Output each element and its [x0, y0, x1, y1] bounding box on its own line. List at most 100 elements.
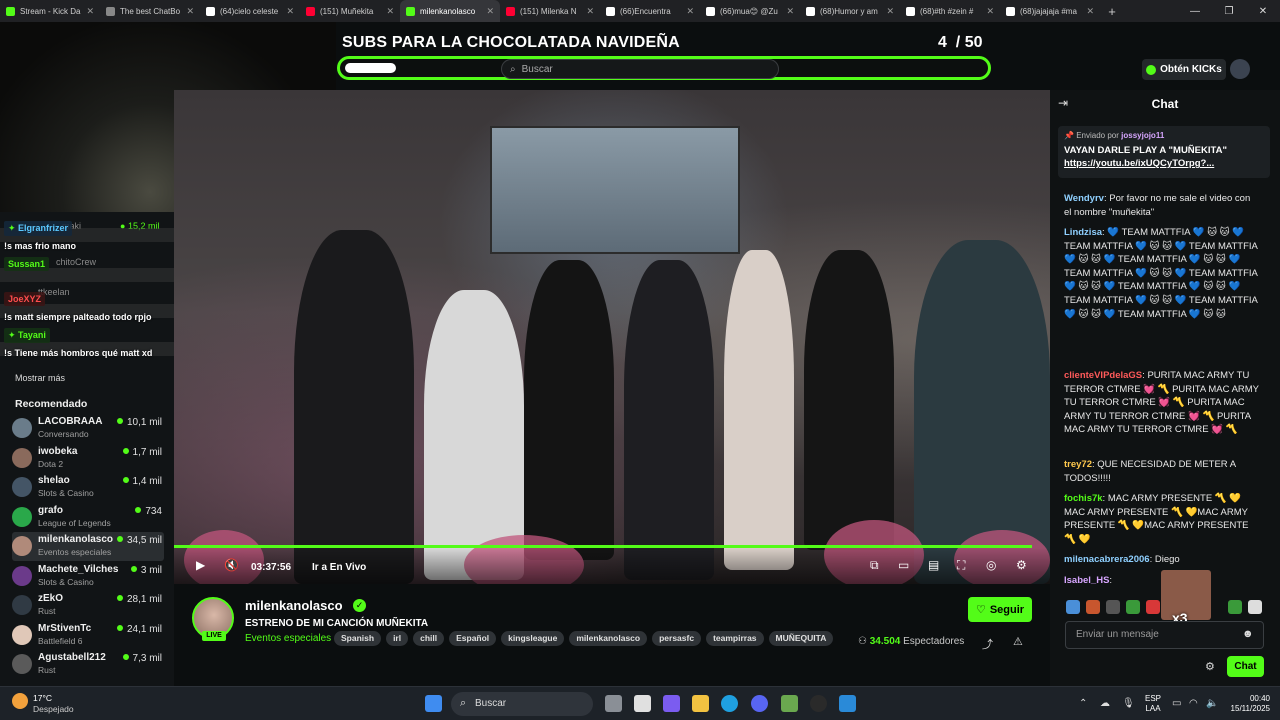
tab-close-icon[interactable]: ✕ — [1086, 6, 1094, 17]
close-window-icon[interactable]: ✕ — [1246, 6, 1280, 17]
browser-tab[interactable]: (68)jajajaja #ma ✕ — [1000, 0, 1100, 22]
pinned-link[interactable]: https://youtu.be/ixUQCyTOrpg?... — [1064, 158, 1264, 169]
task-view-icon[interactable] — [605, 695, 622, 712]
chat-username[interactable]: fochis7k — [1064, 493, 1103, 504]
pinned-message[interactable]: 📌 Enviado por jossyjojo11 VAYAN DARLE PL… — [1058, 126, 1270, 178]
tray-mic-icon[interactable]: 🎙 — [1122, 698, 1135, 709]
clip-icon[interactable]: ◎ — [986, 558, 996, 572]
tab-close-icon[interactable]: ✕ — [586, 6, 594, 17]
recommended-channel[interactable]: grafo League of Legends 734 — [12, 503, 164, 532]
get-kicks-button[interactable]: Obtén KICKs — [1142, 59, 1226, 80]
recommended-channel[interactable]: iwobeka Dota 2 1,7 mil — [12, 444, 164, 473]
chat-username[interactable]: Wendyrv — [1064, 193, 1104, 204]
emote-icon[interactable] — [1106, 600, 1120, 614]
stream-tag[interactable]: Spanish — [334, 631, 382, 646]
browser-tab[interactable]: (68)#th #zein # ✕ — [900, 0, 1000, 22]
plus-icon[interactable]: + — [1100, 4, 1124, 19]
app-icon[interactable] — [839, 695, 856, 712]
windows-start-icon[interactable] — [425, 695, 442, 712]
go-live-button[interactable]: Ir a En Vivo — [312, 562, 366, 573]
browser-tab[interactable]: (151) Muñekita ✕ — [300, 0, 400, 22]
tab-close-icon[interactable]: ✕ — [686, 6, 694, 17]
tab-close-icon[interactable]: ✕ — [86, 6, 94, 17]
tab-close-icon[interactable]: ✕ — [386, 6, 394, 17]
faded-follow-item[interactable]: chitoCrew — [56, 257, 96, 267]
tray-monitor-icon[interactable]: ▭ — [1172, 698, 1181, 709]
search-input[interactable]: ⌕ Buscar — [501, 59, 779, 79]
settings-gear-icon[interactable]: ⚙ — [1016, 558, 1027, 572]
show-more-link[interactable]: Mostrar más — [15, 373, 65, 383]
browser-tab[interactable]: (66)Encuentra ✕ — [600, 0, 700, 22]
chat-username[interactable]: Isabel_HS — [1064, 575, 1109, 586]
store-icon[interactable] — [634, 695, 651, 712]
recommended-channel[interactable]: LACOBRAAA Conversando 10,1 mil — [12, 414, 164, 443]
emote-icon[interactable] — [1248, 600, 1262, 614]
chat-username[interactable]: clienteVIPdelaGS — [1064, 370, 1142, 381]
tab-close-icon[interactable]: ✕ — [986, 6, 994, 17]
tray-volume-icon[interactable]: 🔈 — [1206, 698, 1218, 709]
video-player[interactable] — [174, 90, 1050, 584]
recommended-channel[interactable]: shelao Slots & Casino 1,4 mil — [12, 473, 164, 502]
recommended-channel[interactable]: milenkanolasco Eventos especiales 34,5 mil — [12, 532, 164, 561]
follow-button[interactable]: ♡ Seguir — [968, 597, 1032, 622]
tray-cloud-icon[interactable]: ☁ — [1100, 698, 1110, 709]
taskbar-search[interactable]: Buscar — [451, 692, 593, 716]
stream-tag[interactable]: kingsleague — [501, 631, 565, 646]
recommended-channel[interactable]: zEkO Rust 28,1 mil — [12, 591, 164, 620]
stream-tag[interactable]: chill — [413, 631, 445, 646]
stream-tag[interactable]: teampirras — [706, 631, 764, 646]
tray-wifi-icon[interactable]: ◠ — [1189, 698, 1198, 709]
maximize-icon[interactable]: ❐ — [1212, 6, 1246, 17]
chat-input[interactable]: Enviar un mensaje — [1065, 621, 1264, 649]
stream-tag[interactable]: Español — [449, 631, 497, 646]
browser-tab[interactable]: (64)cielo celeste ✕ — [200, 0, 300, 22]
profile-avatar[interactable] — [1230, 59, 1250, 79]
file-explorer-icon[interactable] — [692, 695, 709, 712]
stream-category[interactable]: Eventos especiales — [245, 633, 331, 644]
browser-tab[interactable]: Stream - Kick Da ✕ — [0, 0, 100, 22]
weather-icon[interactable] — [12, 693, 28, 709]
play-icon[interactable]: ▶ — [196, 558, 205, 572]
tab-close-icon[interactable]: ✕ — [486, 6, 494, 17]
emote-icon[interactable] — [1086, 600, 1100, 614]
chat-username[interactable]: milenacabrera2006 — [1064, 554, 1150, 565]
emote-icon[interactable] — [1146, 600, 1160, 614]
chat-username[interactable]: trey72 — [1064, 459, 1092, 470]
recommended-channel[interactable]: Machete_Vilches Slots & Casino 3 mil — [12, 562, 164, 591]
mute-icon[interactable]: 🔇 — [224, 558, 239, 572]
mini-player-icon[interactable]: ▤ — [928, 558, 939, 572]
share-icon[interactable]: ⤴ — [982, 636, 993, 652]
tab-close-icon[interactable]: ✕ — [786, 6, 794, 17]
discord-icon[interactable] — [751, 695, 768, 712]
stream-tag[interactable]: irl — [386, 631, 409, 646]
tray-expand-icon[interactable]: ⌃ — [1079, 698, 1087, 709]
tray-language[interactable]: ESP LAA — [1145, 694, 1161, 714]
player-progress-bar[interactable] — [174, 545, 1032, 548]
stream-tag[interactable]: persasfc — [652, 631, 702, 646]
tab-close-icon[interactable]: ✕ — [886, 6, 894, 17]
tab-close-icon[interactable]: ✕ — [286, 6, 294, 17]
chat-settings-icon[interactable]: ⚙ — [1205, 660, 1215, 673]
emote-icon[interactable] — [1126, 600, 1140, 614]
app-icon[interactable] — [781, 695, 798, 712]
browser-tab[interactable]: (66)mua😊 @Zu ✕ — [700, 0, 800, 22]
emote-icon[interactable] — [1228, 600, 1242, 614]
chat-send-button[interactable]: Chat — [1227, 656, 1264, 677]
chat-username[interactable]: Lindzisa — [1064, 227, 1102, 238]
tray-clock[interactable]: 00:40 15/11/2025 — [1226, 694, 1270, 714]
browser-tab[interactable]: milenkanolasco ✕ — [400, 0, 500, 22]
fullscreen-icon[interactable]: ⛶ — [957, 558, 965, 573]
tab-close-icon[interactable]: ✕ — [186, 6, 194, 17]
browser-tab[interactable]: The best ChatBo ✕ — [100, 0, 200, 22]
browser-tab[interactable]: (68)Humor y am ✕ — [800, 0, 900, 22]
stream-tag[interactable]: MUÑEQUITA — [768, 631, 834, 646]
recommended-channel[interactable]: MrStivenTc Battlefield 6 24,1 mil — [12, 621, 164, 650]
browser-tab[interactable]: (151) Milenka N ✕ — [500, 0, 600, 22]
streamer-name[interactable]: milenkanolasco — [245, 598, 343, 613]
copilot-icon[interactable] — [663, 695, 680, 712]
pip-icon[interactable]: ⧉ — [870, 558, 879, 573]
emote-icon[interactable] — [1066, 600, 1080, 614]
theater-icon[interactable]: ▭ — [898, 558, 909, 572]
stream-tag[interactable]: milenkanolasco — [569, 631, 648, 646]
emoji-icon[interactable]: ☻ — [1242, 628, 1254, 640]
